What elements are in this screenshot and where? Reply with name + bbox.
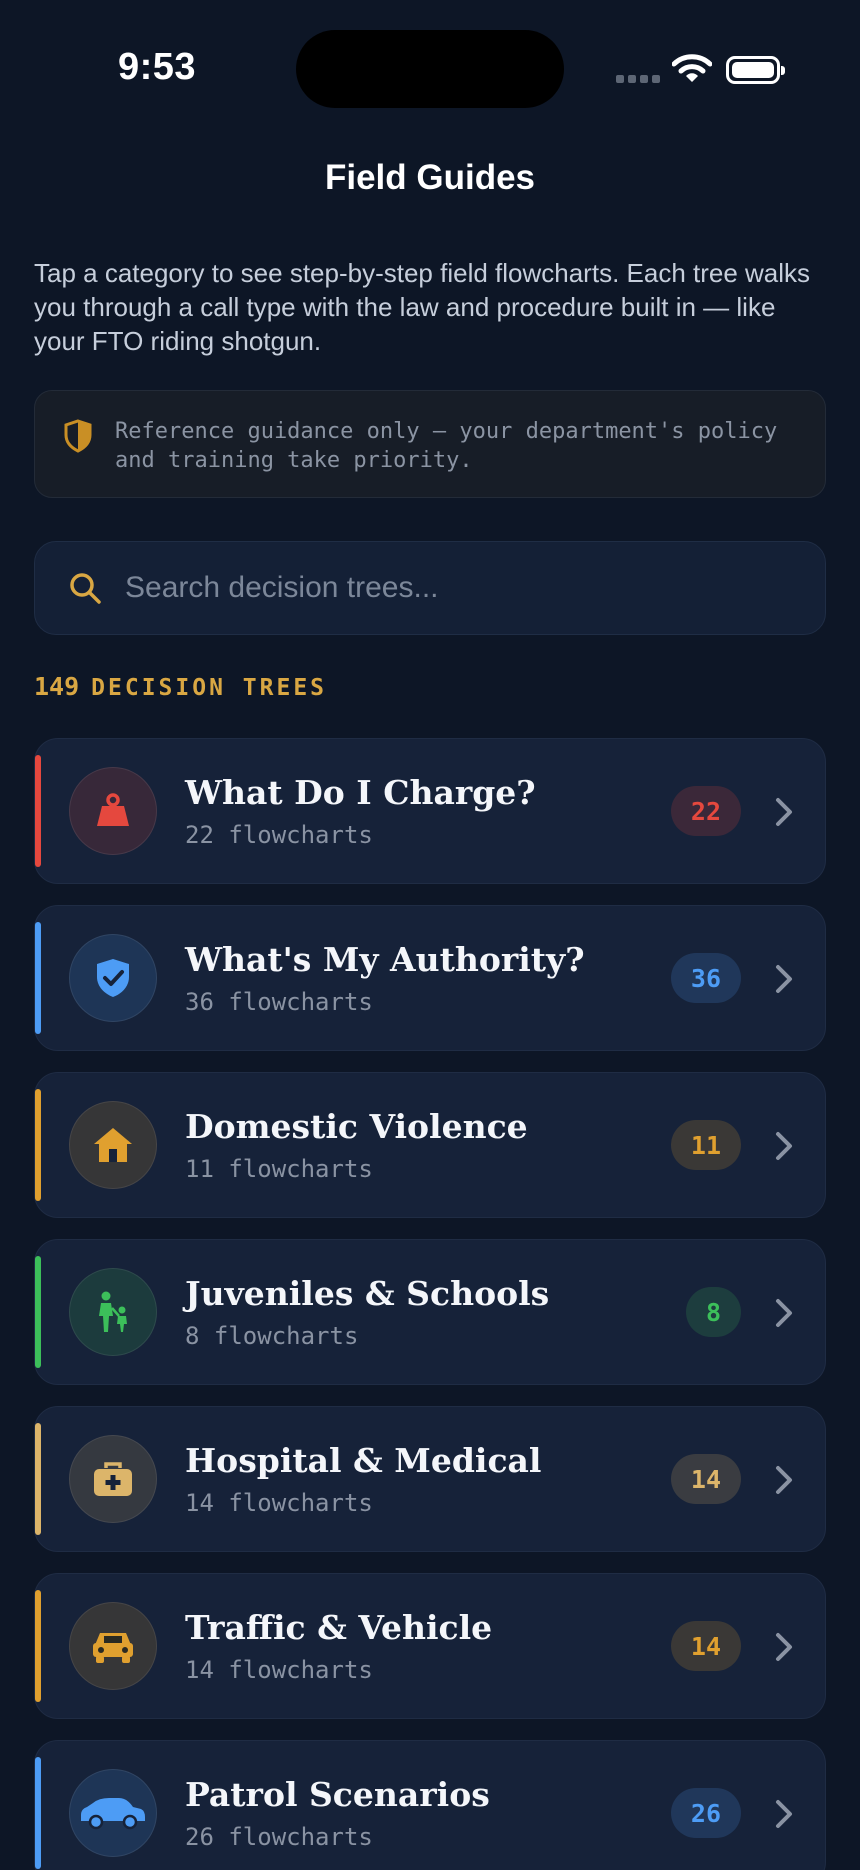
category-title: Juveniles & Schools — [185, 1274, 550, 1313]
search-input[interactable] — [125, 571, 825, 605]
status-time: 9:53 — [118, 46, 197, 88]
tree-count: 149 DECISION TREES — [34, 672, 327, 701]
category-subtitle: 14 flowcharts — [185, 1656, 373, 1684]
disclaimer-notice: Reference guidance only — your departmen… — [34, 390, 826, 498]
status-bar: 9:53 — [0, 0, 860, 110]
card-accent — [35, 1256, 41, 1368]
card-accent — [35, 755, 41, 867]
search-bar[interactable] — [34, 541, 826, 635]
category-card-what-do-i-charge[interactable]: What Do I Charge? 22 flowcharts 22 — [34, 738, 826, 884]
cellular-signal-icon — [616, 75, 660, 83]
category-card-patrol-scenarios[interactable]: Patrol Scenarios 26 flowcharts 26 — [34, 1740, 826, 1870]
card-accent — [35, 1089, 41, 1201]
medical-kit-icon — [69, 1435, 157, 1523]
house-icon — [69, 1101, 157, 1189]
category-title: Patrol Scenarios — [185, 1775, 490, 1814]
card-accent — [35, 1590, 41, 1702]
disclaimer-text: Reference guidance only — your departmen… — [115, 419, 778, 473]
category-subtitle: 14 flowcharts — [185, 1489, 373, 1517]
category-card-traffic-vehicle[interactable]: Traffic & Vehicle 14 flowcharts 14 — [34, 1573, 826, 1719]
count-badge: 8 — [685, 1287, 741, 1337]
count-badge: 22 — [670, 786, 741, 836]
shield-icon — [64, 419, 92, 453]
category-subtitle: 36 flowcharts — [185, 988, 373, 1016]
car-side-icon — [69, 1769, 157, 1857]
count-badge: 14 — [670, 1621, 741, 1671]
chevron-right-icon — [776, 1633, 792, 1661]
page-title: Field Guides — [324, 158, 536, 197]
chevron-right-icon — [776, 798, 792, 826]
category-card-juveniles-schools[interactable]: Juveniles & Schools 8 flowcharts 8 — [34, 1239, 826, 1385]
category-list: What Do I Charge? 22 flowcharts 22 What'… — [34, 738, 826, 1870]
card-accent — [35, 1757, 41, 1869]
category-subtitle: 8 flowcharts — [185, 1322, 359, 1350]
dynamic-island — [296, 30, 564, 108]
tree-count-label: DECISION TREES — [91, 675, 328, 701]
weight-icon — [69, 767, 157, 855]
chevron-right-icon — [776, 1299, 792, 1327]
category-subtitle: 22 flowcharts — [185, 821, 373, 849]
category-card-domestic-violence[interactable]: Domestic Violence 11 flowcharts 11 — [34, 1072, 826, 1218]
category-subtitle: 11 flowcharts — [185, 1155, 373, 1183]
car-front-icon — [69, 1602, 157, 1690]
chevron-right-icon — [776, 1132, 792, 1160]
category-card-hospital-medical[interactable]: Hospital & Medical 14 flowcharts 14 — [34, 1406, 826, 1552]
parent-child-icon — [69, 1268, 157, 1356]
count-badge: 14 — [670, 1454, 741, 1504]
chevron-right-icon — [776, 965, 792, 993]
wifi-icon — [672, 54, 712, 82]
intro-text: Tap a category to see step-by-step field… — [34, 258, 811, 356]
category-title: What Do I Charge? — [185, 773, 536, 812]
category-title: Hospital & Medical — [185, 1441, 542, 1480]
chevron-right-icon — [776, 1466, 792, 1494]
card-accent — [35, 1423, 41, 1535]
card-accent — [35, 922, 41, 1034]
category-title: What's My Authority? — [185, 940, 585, 979]
category-subtitle: 26 flowcharts — [185, 1823, 373, 1851]
search-icon — [70, 573, 101, 604]
shield-check-icon — [69, 934, 157, 1022]
category-title: Domestic Violence — [185, 1107, 528, 1146]
tree-count-number: 149 — [34, 672, 80, 701]
chevron-right-icon — [776, 1800, 792, 1828]
battery-icon — [726, 56, 785, 84]
category-title: Traffic & Vehicle — [185, 1608, 493, 1647]
category-card-whats-my-authority[interactable]: What's My Authority? 36 flowcharts 36 — [34, 905, 826, 1051]
count-badge: 11 — [670, 1120, 741, 1170]
count-badge: 26 — [670, 1788, 741, 1838]
count-badge: 36 — [670, 953, 741, 1003]
